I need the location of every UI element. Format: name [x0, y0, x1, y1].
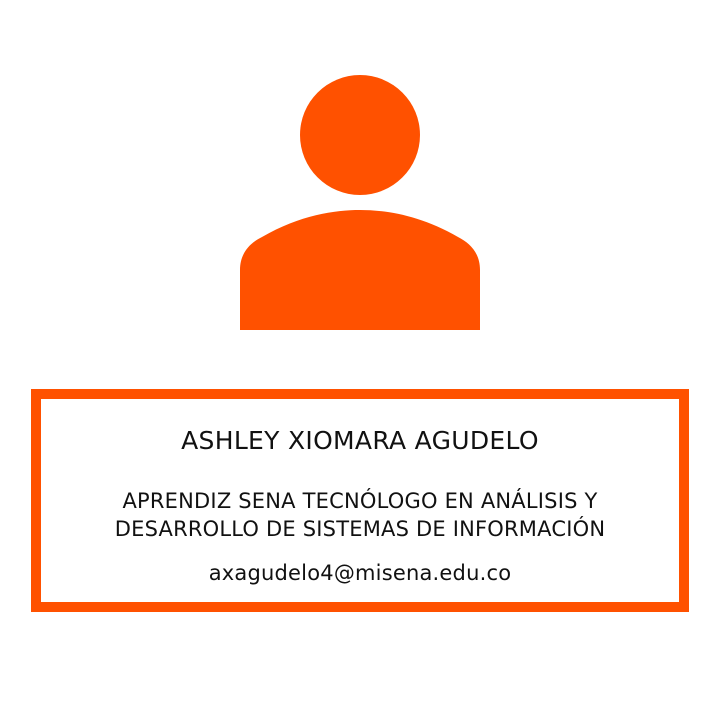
profile-role: APRENDIZ SENA TECNÓLOGO EN ANÁLISIS Y DE… — [41, 487, 679, 543]
profile-role-line-2: DESARROLLO DE SISTEMAS DE INFORMACIÓN — [114, 517, 606, 541]
avatar-head — [300, 75, 420, 195]
profile-role-line-1: APRENDIZ SENA TECNÓLOGO EN ANÁLISIS Y — [122, 489, 598, 513]
avatar-body — [240, 210, 480, 330]
user-silhouette-icon — [240, 75, 480, 330]
profile-email: axagudelo4@misena.edu.co — [208, 561, 512, 585]
profile-page: ASHLEY XIOMARA AGUDELO APRENDIZ SENA TEC… — [0, 0, 720, 720]
profile-name: ASHLEY XIOMARA AGUDELO — [181, 426, 539, 455]
profile-card: ASHLEY XIOMARA AGUDELO APRENDIZ SENA TEC… — [31, 389, 689, 612]
